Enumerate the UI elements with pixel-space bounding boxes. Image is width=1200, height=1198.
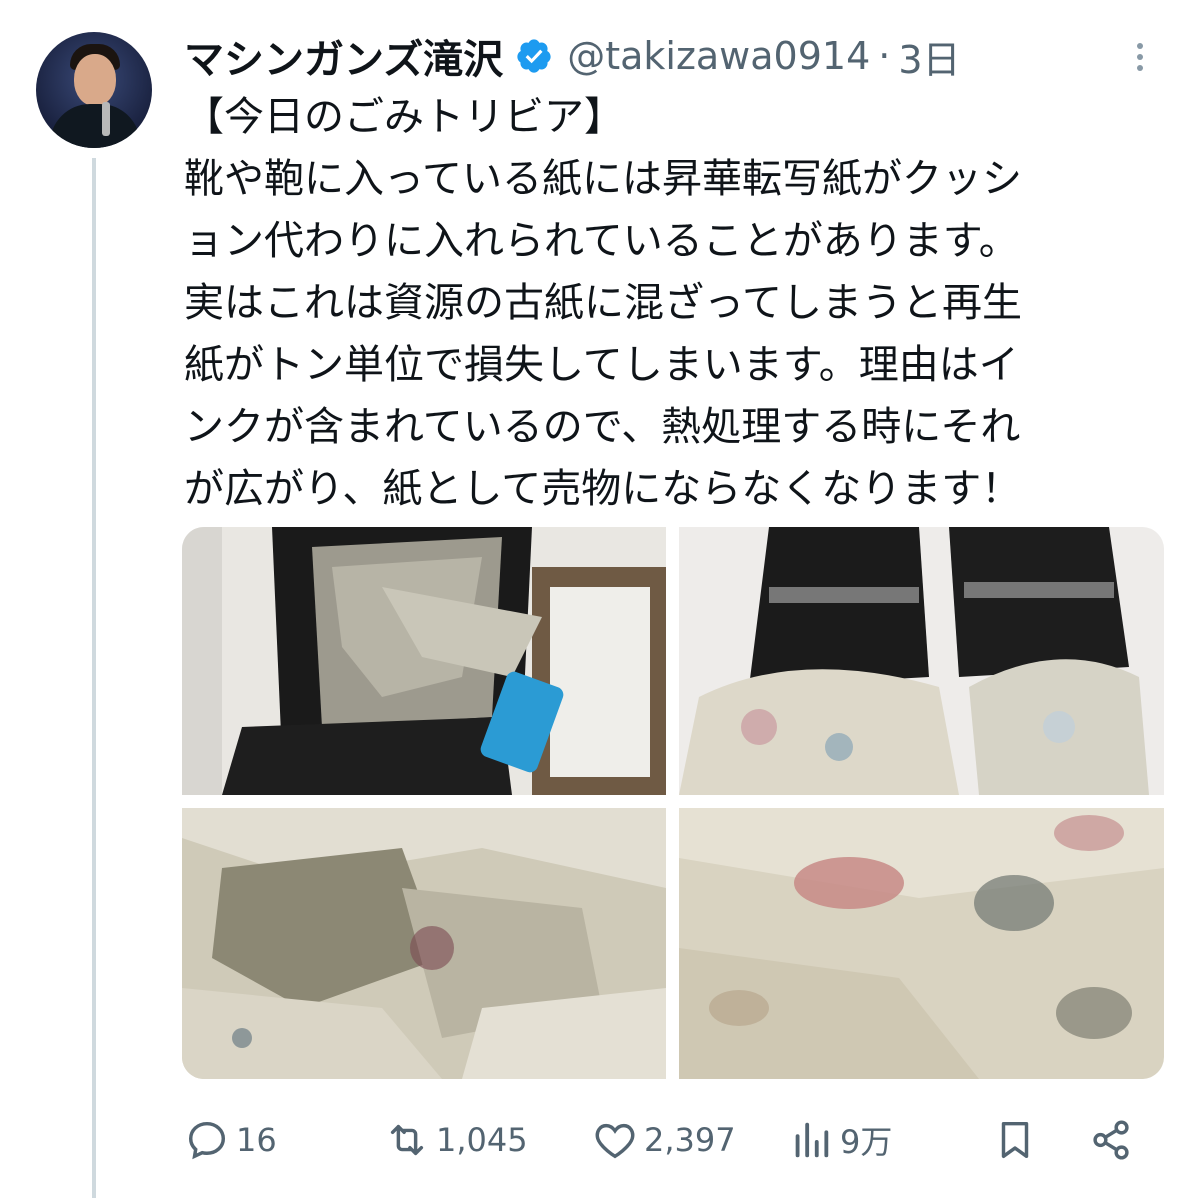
media-photo-crumpled-paper[interactable]: [182, 808, 666, 1079]
repost-button[interactable]: 1,045: [384, 1112, 528, 1168]
tweet-line: ョン代わりに入れられていることがあります。: [184, 218, 1019, 264]
repost-count: 1,045: [436, 1121, 528, 1159]
views-chart-icon: [795, 1122, 829, 1158]
shoe-box-image-icon: [182, 527, 666, 795]
tweet-header: マシンガンズ滝沢 @takizawa0914 · 3日: [184, 28, 961, 84]
reply-icon: [188, 1121, 226, 1160]
like-count: 2,397: [644, 1121, 736, 1159]
repost-icon: [390, 1124, 424, 1156]
crumpled-paper-image-icon: [182, 808, 666, 1079]
separator-dot: ·: [878, 34, 891, 78]
thread-line: [92, 158, 96, 1198]
share-icon: [1093, 1120, 1129, 1160]
tweet-line: 実はこれは資源の古紙に混ざってしまうと再生: [184, 280, 1022, 326]
tweet-text: 【今日のごみトリビア】 靴や鞄に入っている紙には昇華転写紙がクッシ ョン代わりに…: [184, 86, 1174, 520]
media-photo-loafers[interactable]: [679, 527, 1164, 795]
media-grid: [182, 527, 1164, 1079]
tweet-line: 紙がトン単位で損失してしまいます。理由はイ: [184, 342, 1019, 388]
views-count: 9万: [840, 1123, 893, 1161]
tweet-line: ンクが含まれているので、熱処理する時にそれ: [184, 404, 1021, 450]
action-bar: 16 1,045 2,397 9万: [184, 1112, 1154, 1168]
tweet-line: 靴や鞄に入っている紙には昇華転写紙がクッシ: [184, 156, 1022, 202]
bookmark-icon: [1001, 1121, 1029, 1159]
media-photo-fish-print[interactable]: [679, 808, 1164, 1079]
more-dot: [1137, 43, 1143, 49]
share-button[interactable]: [1088, 1112, 1134, 1168]
bookmark-button[interactable]: [992, 1112, 1038, 1168]
views-button[interactable]: 9万: [788, 1112, 892, 1168]
tweet-line: が広がり、紙として売物にならなくなります！: [184, 466, 1022, 512]
display-name[interactable]: マシンガンズ滝沢: [184, 27, 503, 85]
reply-count: 16: [236, 1121, 277, 1159]
avatar-face: [74, 54, 116, 106]
post-date[interactable]: 3日: [898, 29, 960, 84]
avatar-mic: [102, 102, 110, 136]
avatar[interactable]: [36, 32, 152, 148]
verified-badge-icon: [517, 39, 551, 73]
loafers-image-icon: [679, 527, 1164, 795]
like-button[interactable]: 2,397: [592, 1112, 736, 1168]
reply-button[interactable]: 16: [184, 1112, 277, 1168]
tweet-line: 【今日のごみトリビア】: [184, 94, 624, 140]
media-photo-shoe-box[interactable]: [182, 527, 666, 795]
heart-icon: [595, 1123, 635, 1159]
avatar-body: [50, 104, 140, 148]
fish-print-image-icon: [679, 808, 1164, 1079]
more-dot: [1137, 65, 1143, 71]
more-dot: [1137, 54, 1143, 60]
handle[interactable]: @takizawa0914: [567, 34, 870, 78]
more-options-icon[interactable]: [1128, 38, 1152, 78]
